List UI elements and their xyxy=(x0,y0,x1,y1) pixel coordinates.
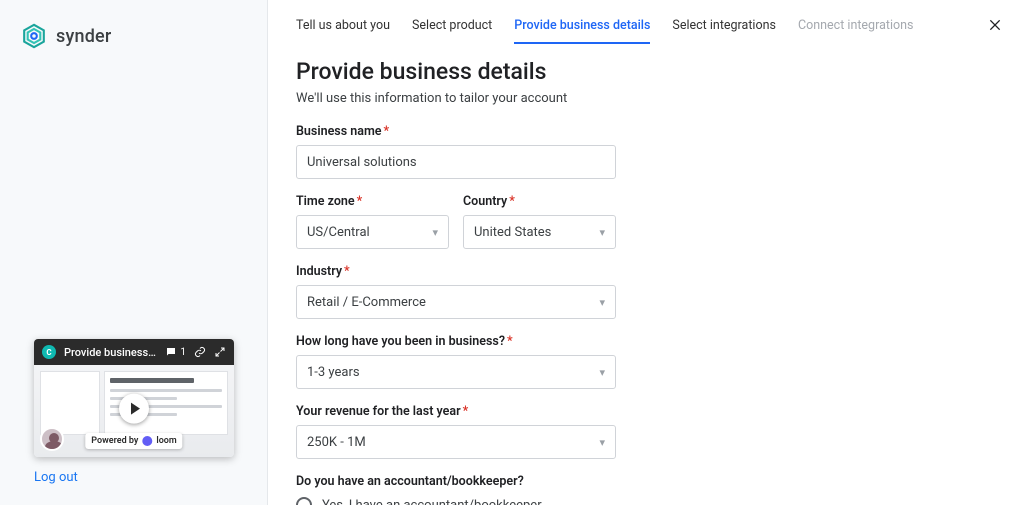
video-topbar: C Provide business d... 1 xyxy=(34,339,234,365)
sidebar: synder C Provide business d... 1 xyxy=(0,0,268,505)
field-business-name: Business name* xyxy=(296,124,616,179)
field-country: Country* United States ▾ xyxy=(463,194,616,249)
label-tenure: How long have you been in business?* xyxy=(296,334,616,349)
step-connect-integrations: Connect integrations xyxy=(798,18,914,44)
brand-logo: synder xyxy=(20,22,247,50)
industry-select[interactable]: Retail / E-Commerce ▾ xyxy=(296,285,616,319)
chevron-down-icon: ▾ xyxy=(432,226,438,239)
main-content: Tell us about you Select product Provide… xyxy=(268,0,1024,505)
link-icon[interactable] xyxy=(194,346,206,358)
field-revenue: Your revenue for the last year* 250K - 1… xyxy=(296,404,616,459)
business-details-form: Business name* Time zone* US/Central ▾ C… xyxy=(296,124,616,505)
field-industry: Industry* Retail / E-Commerce ▾ xyxy=(296,264,616,319)
business-name-input[interactable] xyxy=(307,155,605,170)
radio-icon xyxy=(296,497,312,505)
video-comments[interactable]: 1 xyxy=(165,346,186,358)
powered-by-pill: Powered by loom xyxy=(85,433,182,449)
logo-icon xyxy=(20,22,48,50)
label-business-name: Business name* xyxy=(296,124,616,139)
page-subtitle: We'll use this information to tailor you… xyxy=(296,91,996,106)
logout-link[interactable]: Log out xyxy=(34,470,78,485)
step-select-product[interactable]: Select product xyxy=(412,18,492,44)
chevron-down-icon: ▾ xyxy=(599,366,605,379)
comment-icon xyxy=(165,346,177,358)
close-icon xyxy=(987,17,1003,33)
country-select[interactable]: United States ▾ xyxy=(463,215,616,249)
label-revenue: Your revenue for the last year* xyxy=(296,404,616,419)
close-button[interactable] xyxy=(984,14,1006,36)
help-video-card[interactable]: C Provide business d... 1 xyxy=(34,339,234,457)
expand-icon[interactable] xyxy=(214,346,226,358)
label-time-zone: Time zone* xyxy=(296,194,449,209)
video-thumbnail[interactable]: Powered by loom xyxy=(34,365,234,457)
time-zone-select[interactable]: US/Central ▾ xyxy=(296,215,449,249)
page-title: Provide business details xyxy=(296,58,996,85)
label-industry: Industry* xyxy=(296,264,616,279)
radio-accountant-yes[interactable]: Yes, I have an accountant/bookkeeper xyxy=(296,497,616,505)
play-icon[interactable] xyxy=(119,394,149,424)
business-name-input-wrap[interactable] xyxy=(296,145,616,179)
step-tell-us[interactable]: Tell us about you xyxy=(296,18,390,44)
chevron-down-icon: ▾ xyxy=(599,296,605,309)
label-country: Country* xyxy=(463,194,616,209)
onboarding-stepper: Tell us about you Select product Provide… xyxy=(296,18,996,44)
loom-icon xyxy=(142,436,152,446)
label-accountant: Do you have an accountant/bookkeeper? xyxy=(296,474,616,489)
field-time-zone: Time zone* US/Central ▾ xyxy=(296,194,449,249)
field-accountant: Do you have an accountant/bookkeeper? Ye… xyxy=(296,474,616,505)
chevron-down-icon: ▾ xyxy=(599,436,605,449)
step-business-details[interactable]: Provide business details xyxy=(514,18,650,44)
presenter-avatar xyxy=(40,427,64,451)
brand-name: synder xyxy=(56,26,111,47)
step-select-integrations[interactable]: Select integrations xyxy=(672,18,776,44)
video-avatar-badge: C xyxy=(42,345,56,359)
chevron-down-icon: ▾ xyxy=(599,226,605,239)
video-title: Provide business d... xyxy=(64,346,157,359)
revenue-select[interactable]: 250K - 1M ▾ xyxy=(296,425,616,459)
tenure-select[interactable]: 1-3 years ▾ xyxy=(296,355,616,389)
field-tenure: How long have you been in business?* 1-3… xyxy=(296,334,616,389)
